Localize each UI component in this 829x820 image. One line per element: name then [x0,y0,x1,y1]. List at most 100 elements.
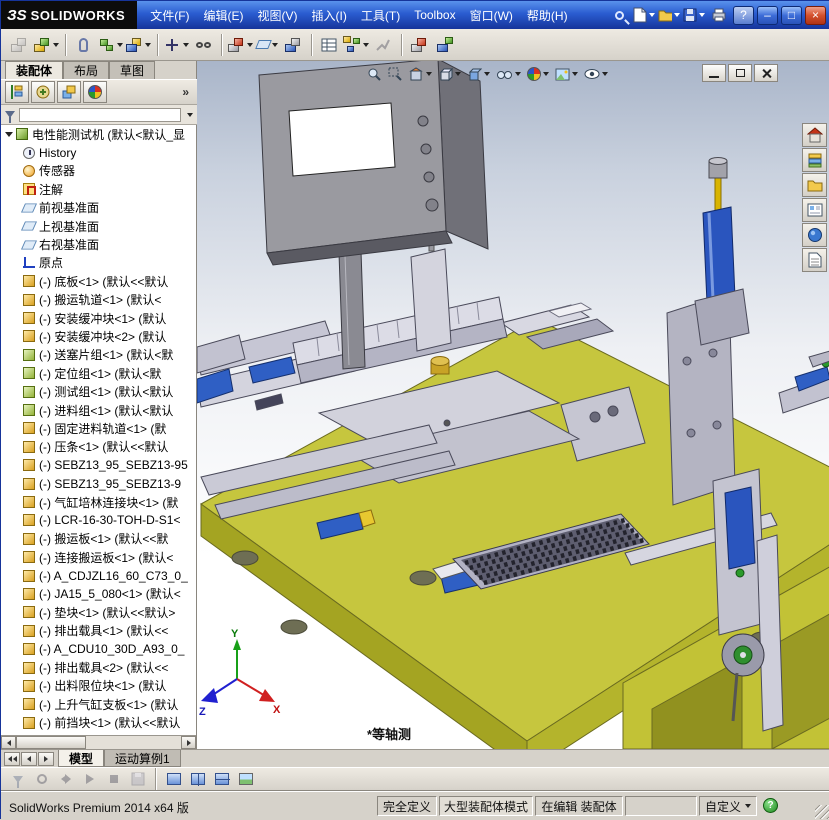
property-manager-icon[interactable] [31,81,55,103]
tree-item[interactable]: (-) SEBZ13_95_SEBZ13-9 [1,474,196,492]
filter-input[interactable] [19,107,181,122]
doc-minimize-button[interactable] [702,64,726,82]
menu-item[interactable]: 窗口(W) [463,5,520,26]
new-document-icon[interactable] [633,5,655,25]
solidworks-resources-icon[interactable] [802,123,827,147]
tree-item[interactable]: (-) 搬运轨道<1> (默认< [1,291,196,309]
menu-item[interactable]: 帮助(H) [520,5,575,26]
close-button[interactable]: × [805,5,826,25]
stop-icon[interactable] [103,769,125,789]
tree-item[interactable]: (-) 定位组<1> (默认<默 [1,364,196,382]
viewport-single-icon[interactable] [163,769,185,789]
resize-grip[interactable] [815,805,829,819]
menu-item[interactable]: 文件(F) [143,5,196,26]
reference-geometry-icon[interactable] [254,32,279,58]
view-palette-icon[interactable] [802,198,827,222]
section-view-icon[interactable] [407,63,434,85]
feature-tree-icon[interactable] [5,81,29,103]
display-manager-icon[interactable] [83,81,107,103]
tree-root[interactable]: 电性能测试机 (默认<默认_显 [1,125,196,143]
edit-component-icon[interactable] [7,32,31,58]
tree-item[interactable]: (-) 排出载具<2> (默认<< [1,658,196,676]
interference-detection-icon[interactable] [407,32,431,58]
custom-status-dropdown[interactable]: 自定义 [699,796,757,816]
tree-item[interactable]: (-) 送塞片组<1> (默认<默 [1,346,196,364]
panel-tab[interactable]: 装配体 [5,61,64,79]
tree-item[interactable]: (-) 垫块<1> (默认<<默认> [1,603,196,621]
smart-fasteners-icon[interactable] [125,32,151,58]
search-icon[interactable] [608,5,630,25]
filter-dropdown-icon[interactable] [187,112,193,117]
display-style-icon[interactable] [465,63,492,85]
document-tab[interactable]: 模型 [58,750,105,767]
menu-item[interactable]: 工具(T) [354,5,407,26]
status-help-icon[interactable]: ? [763,798,778,813]
open-document-icon[interactable] [658,5,680,25]
tabs-scroll-first-icon[interactable] [4,752,20,766]
tree-item[interactable]: 上视基准面 [1,217,196,235]
help-icon[interactable]: ? [733,5,754,25]
play-icon[interactable] [79,769,101,789]
tree-item[interactable]: (-) 底板<1> (默认<<默认 [1,272,196,290]
tabs-scroll-next-icon[interactable] [38,752,54,766]
doc-restore-button[interactable] [728,64,752,82]
apply-scene-icon[interactable] [553,63,580,85]
menu-item[interactable]: Toolbox [407,6,462,24]
viewport-four-view-icon[interactable] [211,769,233,789]
insert-components-icon[interactable] [33,32,59,58]
tree-item[interactable]: (-) 进料组<1> (默认<默认 [1,401,196,419]
tree-item[interactable]: (-) 出料限位块<1> (默认 [1,677,196,695]
filter-icon[interactable] [5,111,15,123]
tree-item[interactable]: 传感器 [1,162,196,180]
view-orientation-icon[interactable] [436,63,463,85]
scroll-left-icon[interactable] [1,736,16,749]
zoom-area-icon[interactable] [386,63,405,85]
document-tab[interactable]: 运动算例1 [104,750,181,767]
mate-icon[interactable] [71,32,95,58]
print-icon[interactable] [708,5,730,25]
save-animation-icon[interactable] [127,769,149,789]
tree-item[interactable]: (-) JA15_5_080<1> (默认< [1,585,196,603]
tree-item[interactable]: (-) 安装缓冲块<2> (默认 [1,327,196,345]
panel-tab[interactable]: 草图 [109,61,156,79]
graphics-area[interactable]: Y X Z *等轴测 [197,61,829,749]
tree-item[interactable]: (-) 压条<1> (默认<<默认 [1,438,196,456]
tabs-scroll-prev-icon[interactable] [21,752,37,766]
tree-item[interactable]: (-) 排出载具<1> (默认<< [1,622,196,640]
tree-item[interactable]: 注解 [1,180,196,198]
assembly-features-icon[interactable] [227,32,253,58]
scroll-right-icon[interactable] [181,736,196,749]
tree-item[interactable]: History [1,143,196,161]
play-from-start-icon[interactable] [55,769,77,789]
custom-properties-icon[interactable] [802,248,827,272]
edit-appearance-icon[interactable] [525,63,551,85]
design-library-icon[interactable] [802,148,827,172]
calculate-motion-icon[interactable] [31,769,53,789]
tree-item[interactable]: (-) 气缸培林连接块<1> (默 [1,493,196,511]
explode-line-sketch-icon[interactable] [371,32,395,58]
tree-item[interactable]: 原点 [1,254,196,272]
tree-item[interactable]: (-) A_CDJZL16_60_C73_0_ [1,566,196,584]
full-screen-preview-icon[interactable] [235,769,257,789]
scrollbar-thumb[interactable] [16,736,86,749]
exploded-view-icon[interactable] [343,32,369,58]
tree-item[interactable]: (-) 测试组<1> (默认<默认 [1,382,196,400]
save-icon[interactable] [683,5,705,25]
tree-item[interactable]: (-) 安装缓冲块<1> (默认 [1,309,196,327]
tree-item[interactable]: (-) LCR-16-30-TOH-D-S1< [1,511,196,529]
configuration-manager-icon[interactable] [57,81,81,103]
menu-item[interactable]: 编辑(E) [197,5,251,26]
tree-item[interactable]: (-) SEBZ13_95_SEBZ13-95 [1,456,196,474]
toolbar-overflow-chevron[interactable]: » [182,85,189,99]
tree-item[interactable]: (-) A_CDU10_30D_A93_0_ [1,640,196,658]
hide-show-items-icon[interactable] [494,63,523,85]
motion-filter-icon[interactable] [7,769,29,789]
tree-item[interactable]: (-) 连接搬运板<1> (默认< [1,548,196,566]
zoom-fit-icon[interactable] [365,63,384,85]
collapse-arrow-icon[interactable] [5,131,13,137]
tree-item[interactable]: (-) 固定进料轨道<1> (默 [1,419,196,437]
appearances-icon[interactable] [802,223,827,247]
maximize-button[interactable]: □ [781,5,802,25]
minimize-button[interactable]: – [757,5,778,25]
panel-tab[interactable]: 布局 [63,61,110,79]
